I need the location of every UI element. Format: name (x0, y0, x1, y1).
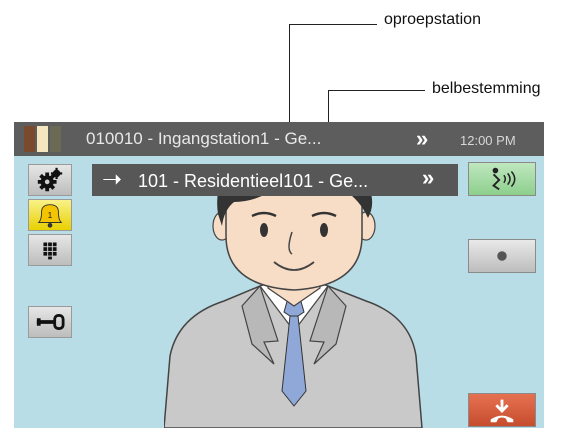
record-icon (497, 251, 507, 261)
key-icon (36, 314, 65, 330)
door-release-button[interactable] (28, 306, 72, 338)
gear-icon (37, 167, 63, 192)
double-chevron-icon[interactable]: » (416, 126, 428, 152)
callout-leader-line (289, 24, 377, 25)
camera-image-visitor (164, 166, 423, 428)
top-status-bar: 010010 - Ingangstation1 - Ge... » 12:00 … (14, 122, 544, 156)
door-status-icon (37, 126, 48, 152)
notification-button[interactable]: 1 (28, 199, 72, 231)
talk-icon (492, 167, 516, 191)
clock: 12:00 PM (460, 133, 516, 148)
callout-leader-line (289, 24, 290, 136)
forward-arrow-icon: ➝ (102, 166, 123, 193)
call-destination-bar[interactable]: ➝ 101 - Residentieel101 - Ge... » (92, 164, 458, 196)
talk-button[interactable] (468, 162, 536, 196)
keypad-icon (43, 242, 57, 260)
settings-button[interactable] (28, 164, 72, 196)
callout-belbestemming: belbestemming (432, 80, 541, 97)
double-chevron-icon[interactable]: » (422, 165, 434, 191)
video-screen: 010010 - Ingangstation1 - Ge... » 12:00 … (14, 122, 544, 428)
callout-leader-line (328, 90, 425, 91)
hang-up-button[interactable] (468, 393, 536, 427)
door-status-icon (24, 126, 35, 152)
door-status-icon (50, 126, 61, 152)
record-button[interactable] (468, 239, 536, 273)
call-destination-name: 101 - Residentieel101 - Ge... (138, 171, 369, 191)
callout-oproepstation: oproepstation (384, 11, 481, 28)
keypad-button[interactable] (28, 234, 72, 266)
hang-up-icon (490, 399, 514, 423)
notification-count: 1 (48, 210, 53, 220)
calling-station-name: 010010 - Ingangstation1 - Ge... (86, 129, 322, 148)
bell-icon: 1 (37, 204, 63, 228)
